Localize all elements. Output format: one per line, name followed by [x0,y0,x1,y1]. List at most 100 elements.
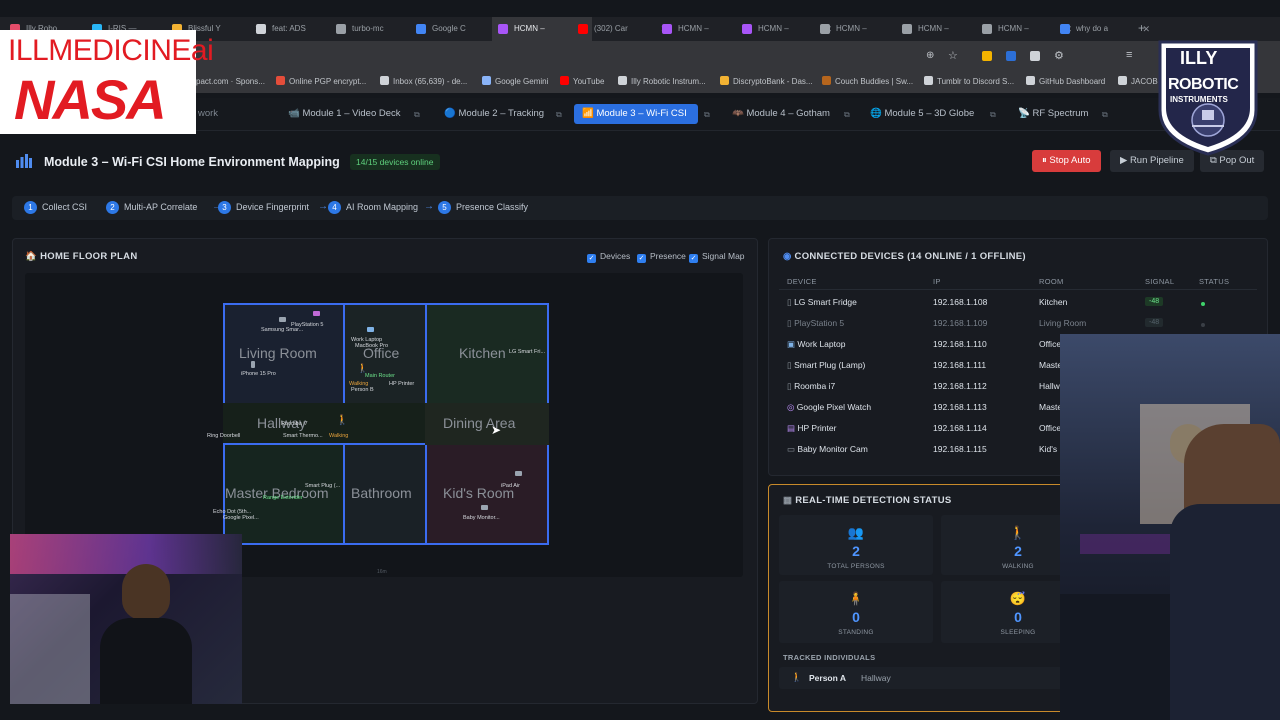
device-label: PlayStation 5 [291,322,324,328]
popout-icon[interactable]: ⧉ [556,110,562,120]
star-icon[interactable]: ☆ [948,49,958,62]
menu-icon[interactable]: ≡ [1126,49,1132,61]
logo-subtitle2: INSTRUMENTS [1170,95,1228,104]
bar-chart-icon [16,154,32,168]
brand-text: ILLMEDICINEai [8,34,214,67]
device-ip: 192.168.1.113 [933,402,987,412]
tablet-icon[interactable] [515,471,522,476]
tracked-row[interactable]: 🚶 Person A Hallway [779,667,1095,689]
toggle-presence[interactable]: ✓ Presence [637,251,686,263]
column-header[interactable]: IP [933,277,941,286]
pipeline-step-2[interactable]: 2 Multi-AP Correlate [106,201,197,214]
room-label: Kitchen [459,345,506,361]
new-tab-icon[interactable]: + [1138,21,1145,35]
module-tab-2[interactable]: 🔵 Module 2 – Tracking [436,104,552,124]
bookmark[interactable]: Google Gemini [482,71,548,93]
module-tab-rf[interactable]: 📡 RF Spectrum [1010,104,1096,124]
device-room: Maste [1039,360,1063,370]
status-dot [1201,323,1205,327]
device-room: Kitchen [1039,297,1068,307]
puzzle-icon[interactable]: ⚙ [1054,49,1064,62]
stat-card: 🧍 0 STANDING [779,581,933,643]
gamepad-icon[interactable] [313,311,320,316]
column-header[interactable]: DEVICE [787,277,817,286]
bookmark[interactable]: pact.com · Spons... [196,71,265,93]
device-name: ▤ HP Printer [787,423,837,433]
detection-title: ▦ REAL-TIME DETECTION STATUS [783,495,952,506]
popout-icon[interactable]: ⧉ [1102,110,1108,120]
person-icon[interactable]: 🚶 [357,363,368,374]
column-header[interactable]: ROOM [1039,277,1064,286]
zoom-icon[interactable]: ⊕ [926,50,934,61]
person-icon[interactable]: 🚶 [336,415,348,426]
walking-icon: 🚶 [791,672,803,682]
camera-icon: 📹 [288,108,300,119]
column-header[interactable]: STATUS [1199,277,1229,286]
bookmark[interactable]: GitHub Dashboard [1026,71,1105,93]
device-name: ▯ Smart Plug (Lamp) [787,360,866,370]
room-label: Bathroom [351,485,412,501]
extension-icon[interactable] [1006,51,1016,61]
stat-value: 2 [852,543,860,559]
pipeline-step-3[interactable]: 3 Device Fingerprint [218,201,309,214]
webcam-overlay-left [10,534,242,704]
device-label: iPhone 15 Pro [241,371,276,377]
device-label: Main Router [365,373,395,379]
dot-icon: 🔵 [444,108,456,119]
table-row[interactable]: ▯ PlayStation 5 192.168.1.109 Living Roo… [769,312,1267,333]
toggle-signal-map[interactable]: ✓ Signal Map [689,251,745,263]
stop-auto-button[interactable]: ⏸ Stop Auto [1032,150,1101,172]
device-room: Living Room [1039,318,1087,328]
tracked-title: TRACKED INDIVIDUALS [783,653,876,662]
device-label: Smart Plug (... [305,483,341,489]
pipeline-step-5[interactable]: 5 Presence Classify [438,201,528,214]
bookmark[interactable]: Online PGP encrypt... [276,71,366,93]
extension-icon[interactable] [982,51,992,61]
module-tab-4[interactable]: 🦇 Module 4 – Gotham [724,104,838,124]
phone-icon[interactable] [251,361,255,368]
bookmark[interactable]: Tumblr to Discord S... [924,71,1014,93]
pipeline-step-4[interactable]: 4 AI Room Mapping [328,201,418,214]
pipeline-step-1[interactable]: 1 Collect CSI [24,201,87,214]
table-row[interactable]: ▯ LG Smart Fridge 192.168.1.108 Kitchen … [769,291,1267,312]
module-tab-5[interactable]: 🌐 Module 5 – 3D Globe [862,104,982,124]
toggle-devices[interactable]: ✓ Devices [587,251,630,263]
stat-label: STANDING [838,629,874,636]
bookmark[interactable]: JACOB [1118,71,1158,93]
bookmark[interactable]: Illy Robotic Instrum... [618,71,706,93]
device-ip: 192.168.1.115 [933,444,987,454]
device-label: Google Pixel... [223,515,259,521]
popout-icon[interactable]: ⧉ [704,110,710,120]
device-ip: 192.168.1.109 [933,318,988,328]
online-badge: 14/15 devices online [350,154,440,170]
logo-subtitle: ROBOTIC [1168,76,1239,93]
device-label: Baby Monitor... [463,515,500,521]
bookmark[interactable]: DiscryptoBank - Das... [720,71,813,93]
module-tab-1[interactable]: 📹 Module 1 – Video Deck [280,104,409,124]
plug-icon: ▯ [787,360,792,370]
bookmark[interactable]: Couch Buddies | Sw... [822,71,913,93]
laptop-icon[interactable] [367,327,374,332]
device-label: LG Smart Fri... [509,349,546,355]
pipeline-steps: 1Collect CSI → 2Multi-AP Correlate → 3De… [12,196,1268,220]
column-header[interactable]: SIGNAL [1145,277,1174,286]
tv-icon[interactable] [279,317,286,322]
popout-icon[interactable]: ⧉ [414,110,420,120]
popout-icon[interactable]: ⧉ [990,110,996,120]
mouse-cursor-icon: ➤ [491,423,502,437]
standing-icon: 🧍 [847,591,865,606]
robot-icon: ▯ [787,381,792,391]
scale-label: 16m [377,569,387,575]
device-name: ▣ Work Laptop [787,339,846,349]
device-ip: 192.168.1.108 [933,297,988,307]
module-tab-3-active[interactable]: 📶 Module 3 – Wi-Fi CSI [574,104,698,124]
device-room: Office [1039,339,1062,349]
camera-icon[interactable] [481,505,488,510]
bookmark[interactable]: YouTube [560,71,604,93]
stat-value: 0 [852,609,860,625]
device-label: Ring Doorbell [207,433,241,439]
extension-icon[interactable] [1030,51,1040,61]
popout-icon[interactable]: ⧉ [844,110,850,120]
tracked-room: Hallway [861,673,891,683]
bookmark[interactable]: Inbox (65,639) - de... [380,71,467,93]
